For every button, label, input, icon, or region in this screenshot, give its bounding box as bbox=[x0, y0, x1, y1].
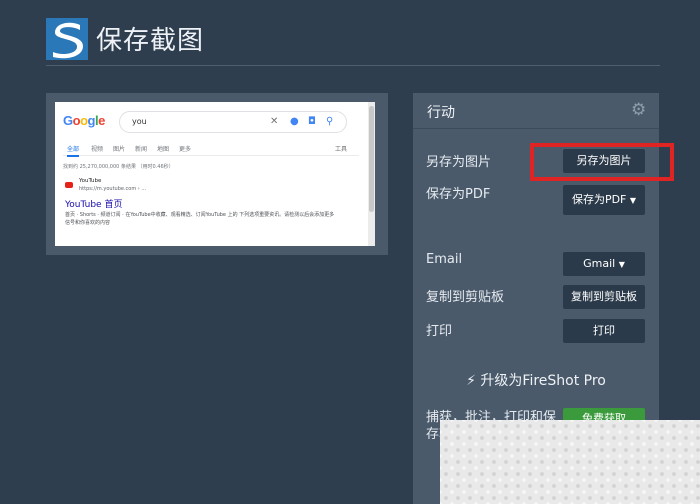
highlight-box bbox=[530, 143, 674, 181]
tab-images: 图片 bbox=[113, 146, 126, 153]
result-description: 首页 · Shorts · 频道订阅 · 在YouTube中收藏、观看精选、订阅… bbox=[65, 212, 335, 226]
tab-tools: 工具 bbox=[335, 146, 348, 153]
save-image-label: 另存为图片 bbox=[426, 155, 492, 170]
print-label: 打印 bbox=[426, 324, 453, 339]
panel-title: 行动 bbox=[427, 105, 455, 121]
print-button[interactable]: 打印 bbox=[563, 319, 645, 343]
upgrade-text: 升级为FireShot Pro bbox=[480, 373, 606, 389]
panel-header: 行动 ⚙ bbox=[413, 93, 659, 129]
google-tabs: 全部 视频 图片 新闻 地图 更多 工具 bbox=[63, 142, 359, 157]
clipboard-label: 复制到剪贴板 bbox=[426, 290, 505, 305]
google-logo: Google bbox=[63, 113, 105, 128]
search-query: you bbox=[132, 117, 147, 126]
tab-video: 视频 bbox=[91, 146, 104, 153]
lightning-icon: ⚡ bbox=[466, 373, 476, 389]
preview-scrollbar[interactable] bbox=[368, 102, 375, 246]
result-url: https://m.youtube.com › ... bbox=[79, 186, 147, 192]
save-pdf-label: 保存为PDF bbox=[426, 187, 491, 202]
screenshot-preview-frame: Google you ✕ ● ◘ ⚲ 全部 视频 图片 新闻 地图 更多 工具 … bbox=[46, 93, 388, 255]
page-title: 保存截图 bbox=[96, 26, 205, 56]
tab-more: 更多 bbox=[179, 146, 192, 153]
gear-icon[interactable]: ⚙ bbox=[631, 100, 646, 120]
gmail-button-label: Gmail bbox=[583, 257, 616, 270]
upgrade-link[interactable]: ⚡ 升级为FireShot Pro bbox=[413, 370, 659, 390]
save-pdf-button-label: 保存为PDF bbox=[571, 193, 627, 206]
chevron-down-icon: ▼ bbox=[629, 196, 637, 205]
pixelated-overlay bbox=[440, 420, 700, 504]
tab-all: 全部 bbox=[67, 144, 80, 157]
result-stats: 找到约 25,270,000,000 条结果 （用时0.46秒） bbox=[63, 164, 174, 170]
screenshot-preview[interactable]: Google you ✕ ● ◘ ⚲ 全部 视频 图片 新闻 地图 更多 工具 … bbox=[55, 102, 375, 246]
email-label: Email bbox=[426, 252, 463, 267]
save-pdf-dropdown[interactable]: 保存为PDF ▼ bbox=[563, 185, 645, 215]
chevron-down-icon: ▼ bbox=[618, 260, 625, 269]
result-site: YouTube bbox=[79, 178, 102, 184]
google-search-box: you ✕ ● ◘ ⚲ bbox=[119, 111, 347, 133]
search-icon: ⚲ bbox=[326, 116, 334, 127]
gmail-dropdown[interactable]: Gmail ▼ bbox=[563, 252, 645, 276]
clear-icon: ✕ bbox=[270, 116, 279, 127]
header: 保存截图 bbox=[46, 14, 660, 66]
microphone-icon: ● bbox=[290, 116, 299, 127]
fireshot-logo-icon bbox=[46, 18, 88, 60]
copy-clipboard-button[interactable]: 复制到剪贴板 bbox=[563, 285, 645, 309]
youtube-icon bbox=[65, 182, 73, 188]
camera-icon: ◘ bbox=[308, 116, 316, 127]
result-title: YouTube 首页 bbox=[65, 200, 123, 210]
tab-maps: 地图 bbox=[157, 146, 170, 153]
tab-news: 新闻 bbox=[135, 146, 148, 153]
scroll-thumb[interactable] bbox=[369, 106, 374, 212]
